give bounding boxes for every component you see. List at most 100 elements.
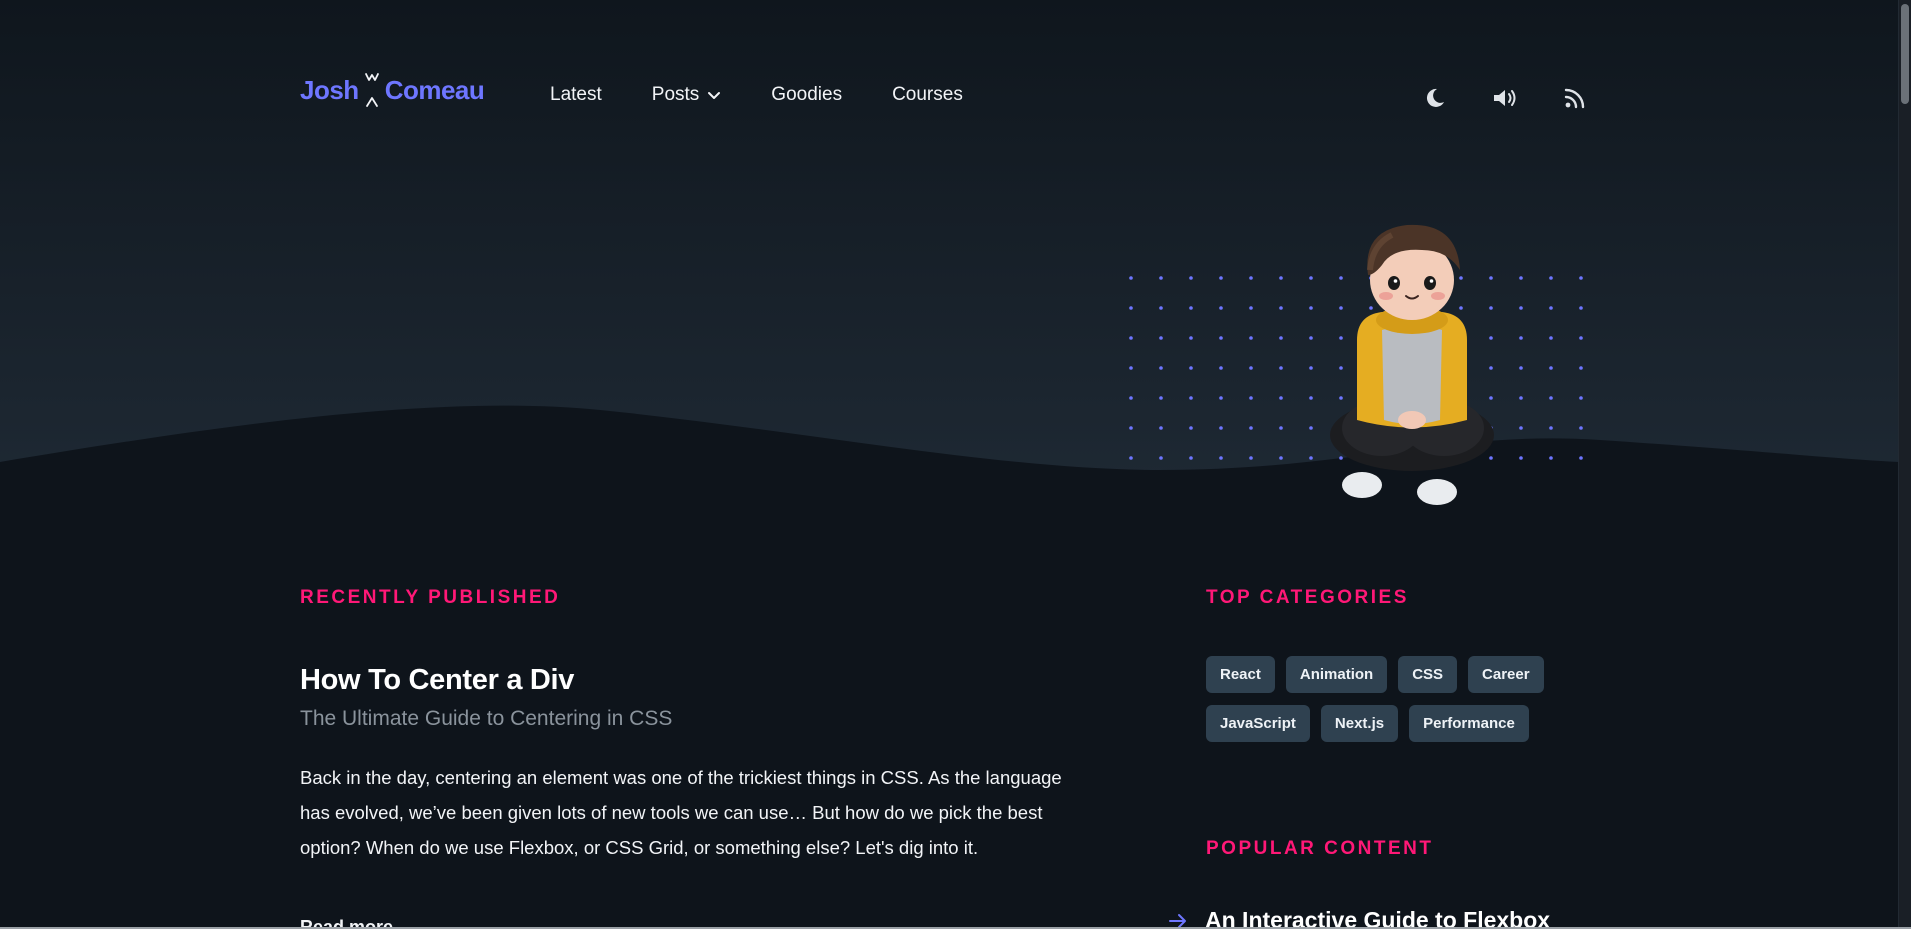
page-scrollbar[interactable]	[1898, 0, 1911, 929]
nav-posts[interactable]: Posts	[652, 84, 722, 106]
chevron-down-icon	[708, 92, 721, 99]
grid-dot	[1279, 396, 1283, 400]
logo-last-name: Comeau	[384, 74, 485, 105]
popular-item-title: An Interactive Guide to Flexbox	[1205, 907, 1551, 929]
tag-career[interactable]: Career	[1468, 656, 1544, 693]
category-tags: React Animation CSS Career JavaScript Ne…	[1206, 656, 1606, 754]
grid-dot	[1579, 456, 1583, 460]
post-excerpt: Back in the day, centering an element wa…	[300, 767, 1062, 858]
grid-dot	[1549, 396, 1553, 400]
grid-dot	[1159, 336, 1163, 340]
grid-dot	[1189, 396, 1193, 400]
grid-dot	[1309, 396, 1313, 400]
grid-dot	[1219, 396, 1223, 400]
grid-dot	[1579, 426, 1583, 430]
grid-dot	[1189, 306, 1193, 310]
grid-dot	[1129, 396, 1133, 400]
grid-dot	[1219, 336, 1223, 340]
dark-mode-toggle[interactable]	[1420, 83, 1450, 113]
popular-content-heading: POPULAR CONTENT	[1206, 838, 1434, 859]
grid-dot	[1249, 456, 1253, 460]
nav-posts-label: Posts	[651, 84, 700, 105]
grid-dot	[1159, 366, 1163, 370]
tag-css[interactable]: CSS	[1398, 656, 1458, 693]
grid-dot	[1549, 426, 1553, 430]
grid-dot	[1279, 306, 1283, 310]
grid-dot	[1579, 396, 1583, 400]
grid-dot	[1579, 306, 1583, 310]
grid-dot	[1219, 306, 1223, 310]
top-categories-heading: TOP CATEGORIES	[1206, 587, 1409, 608]
grid-dot	[1189, 456, 1193, 460]
speaker-icon	[1494, 90, 1516, 106]
grid-dot	[1189, 336, 1193, 340]
grid-dot	[1309, 366, 1313, 370]
grid-dot	[1249, 426, 1253, 430]
main-nav: Latest Posts Goodies Courses	[550, 84, 1013, 106]
sound-toggle[interactable]	[1490, 83, 1520, 113]
grid-dot	[1549, 456, 1553, 460]
grid-dot	[1519, 426, 1523, 430]
grid-dot	[1129, 336, 1133, 340]
nav-courses[interactable]: Courses	[892, 84, 963, 106]
grid-dot	[1309, 456, 1313, 460]
grid-dot	[1249, 276, 1253, 280]
grid-dot	[1279, 426, 1283, 430]
grid-dot	[1309, 336, 1313, 340]
tag-performance[interactable]: Performance	[1409, 705, 1529, 742]
mascot-illustration	[1330, 224, 1494, 505]
rss-feed-link[interactable]	[1560, 83, 1590, 113]
grid-dot	[1189, 426, 1193, 430]
scrollbar-thumb[interactable]	[1901, 4, 1909, 104]
recently-published-heading: RECENTLY PUBLISHED	[300, 587, 561, 608]
grid-dot	[1249, 396, 1253, 400]
tag-javascript[interactable]: JavaScript	[1206, 705, 1310, 742]
grid-dot	[1249, 306, 1253, 310]
grid-dot	[1549, 306, 1553, 310]
post-title-link[interactable]: How To Center a Div	[300, 664, 574, 697]
grid-dot	[1519, 336, 1523, 340]
grid-dot	[1549, 276, 1553, 280]
nav-latest[interactable]: Latest	[550, 84, 602, 106]
nav-latest-label: Latest	[550, 84, 602, 105]
grid-dot	[1309, 276, 1313, 280]
grid-dot	[1159, 456, 1163, 460]
grid-dot	[1309, 426, 1313, 430]
nav-goodies[interactable]: Goodies	[771, 84, 842, 106]
grid-dot	[1519, 396, 1523, 400]
grid-dot	[1309, 306, 1313, 310]
grid-dot	[1279, 366, 1283, 370]
site-logo[interactable]: Josh Comeau	[300, 70, 485, 110]
grid-dot	[1279, 276, 1283, 280]
grid-dot	[1189, 276, 1193, 280]
post-subtitle: The Ultimate Guide to Centering in CSS	[300, 707, 673, 730]
tag-react[interactable]: React	[1206, 656, 1275, 693]
grid-dot	[1159, 396, 1163, 400]
grid-dot	[1159, 276, 1163, 280]
grid-dot	[1579, 336, 1583, 340]
tag-animation[interactable]: Animation	[1285, 656, 1388, 693]
grid-dot	[1129, 366, 1133, 370]
nav-goodies-label: Goodies	[771, 84, 843, 105]
nav-courses-label: Courses	[892, 84, 963, 105]
grid-dot	[1249, 336, 1253, 340]
popular-item-flexbox[interactable]: An Interactive Guide to Flexbox	[1168, 907, 1550, 929]
grid-dot	[1129, 456, 1133, 460]
grid-dot	[1159, 306, 1163, 310]
grid-dot	[1279, 336, 1283, 340]
grid-dot	[1159, 426, 1163, 430]
grid-dot	[1219, 426, 1223, 430]
grid-dot	[1519, 456, 1523, 460]
rss-icon	[1564, 88, 1585, 109]
grid-dot	[1219, 366, 1223, 370]
grid-dot	[1249, 366, 1253, 370]
logo-first-name: Josh	[300, 74, 359, 105]
header-actions	[1420, 83, 1590, 113]
grid-dot	[1219, 456, 1223, 460]
grid-dot	[1129, 306, 1133, 310]
page: Josh Comeau Latest Posts Goodies Courses	[0, 0, 1911, 929]
grid-dot	[1549, 336, 1553, 340]
tag-nextjs[interactable]: Next.js	[1320, 705, 1399, 742]
grid-dot	[1279, 456, 1283, 460]
grid-dot	[1219, 276, 1223, 280]
